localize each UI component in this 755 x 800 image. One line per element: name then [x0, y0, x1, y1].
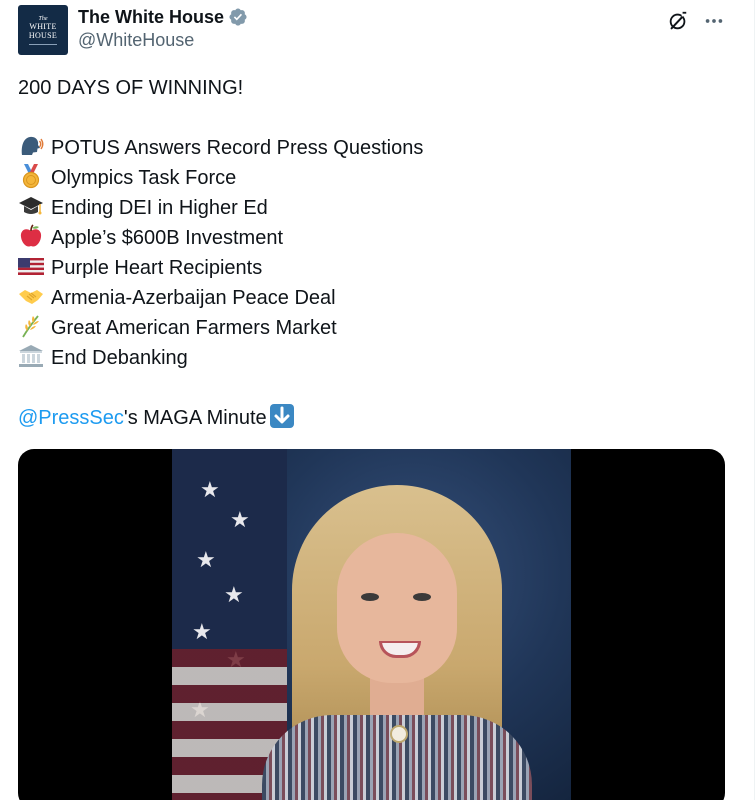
star-shape: ★: [192, 619, 212, 644]
down-arrow-icon: [269, 403, 295, 429]
verified-badge-icon[interactable]: [228, 7, 248, 27]
tweet-text: 200 DAYS OF WINNING! POTUS Answers Recor…: [18, 73, 718, 433]
star-shape: ★: [230, 507, 250, 532]
list-item-text: End Debanking: [51, 347, 188, 369]
tweet: The WHITE HOUSE The White House @WhiteHo…: [0, 0, 755, 800]
eye-shape: [413, 593, 431, 601]
display-name[interactable]: The White House: [78, 6, 224, 28]
display-name-row: The White House: [78, 6, 248, 28]
necklace-shape: [390, 725, 408, 743]
list-item: End Debanking: [18, 343, 718, 373]
speaker-figure: [262, 485, 532, 800]
avatar-divider: [29, 43, 57, 45]
star-shape: ★: [196, 547, 216, 572]
classical-building-icon: [18, 343, 44, 369]
us-flag-icon: [18, 253, 44, 279]
list-item: Apple’s $600B Investment: [18, 223, 718, 253]
avatar-text-line2: WHITE: [29, 21, 57, 31]
list-item-text: POTUS Answers Record Press Questions: [51, 137, 424, 159]
mention-suffix: 's MAGA Minute: [123, 407, 267, 429]
graduation-cap-icon: [18, 193, 44, 219]
speaking-head-icon: [18, 133, 44, 159]
red-apple-icon: [18, 223, 44, 249]
face-shape: [337, 533, 457, 683]
author-names: The White House @WhiteHouse: [78, 6, 248, 52]
list-item: Great American Farmers Market: [18, 313, 718, 343]
grok-icon[interactable]: [666, 9, 690, 33]
list-item: Armenia-Azerbaijan Peace Deal: [18, 283, 718, 313]
list-item-text: Ending DEI in Higher Ed: [51, 197, 268, 219]
star-shape: ★: [224, 582, 244, 607]
list-item: Ending DEI in Higher Ed: [18, 193, 718, 223]
eye-shape: [361, 593, 379, 601]
list-item-text: Purple Heart Recipients: [51, 257, 263, 279]
list-item-text: Armenia-Azerbaijan Peace Deal: [51, 287, 336, 309]
mention-link[interactable]: @PressSec: [18, 407, 124, 429]
avatar-text-line3: HOUSE: [28, 30, 58, 40]
tweet-header: The WHITE HOUSE The White House @WhiteHo…: [18, 5, 736, 57]
author-handle[interactable]: @WhiteHouse: [78, 28, 248, 52]
handshake-icon: [18, 283, 44, 309]
medal-icon: [18, 163, 44, 189]
flag-background: ★ ★ ★ ★ ★ ★ ★: [172, 449, 287, 800]
list-item: Purple Heart Recipients: [18, 253, 718, 283]
top-actions: [666, 9, 726, 33]
more-options-icon[interactable]: [702, 9, 726, 33]
list-item-text: Great American Farmers Market: [51, 317, 337, 339]
video-player[interactable]: ★ ★ ★ ★ ★ ★ ★: [18, 449, 725, 800]
mention-line: @PressSec's MAGA Minute: [18, 403, 718, 433]
list-item: Olympics Task Force: [18, 163, 718, 193]
list-item-text: Apple’s $600B Investment: [51, 227, 284, 249]
avatar[interactable]: The WHITE HOUSE: [18, 5, 68, 55]
star-shape: ★: [200, 477, 220, 502]
video-thumbnail: ★ ★ ★ ★ ★ ★ ★: [172, 449, 571, 800]
sheaf-of-rice-icon: [18, 313, 44, 339]
list-item: POTUS Answers Record Press Questions: [18, 133, 718, 163]
tweet-headline: 200 DAYS OF WINNING!: [18, 77, 244, 99]
avatar-text-line1: The: [38, 15, 48, 22]
mouth-shape: [379, 641, 421, 658]
list-item-text: Olympics Task Force: [51, 167, 237, 189]
